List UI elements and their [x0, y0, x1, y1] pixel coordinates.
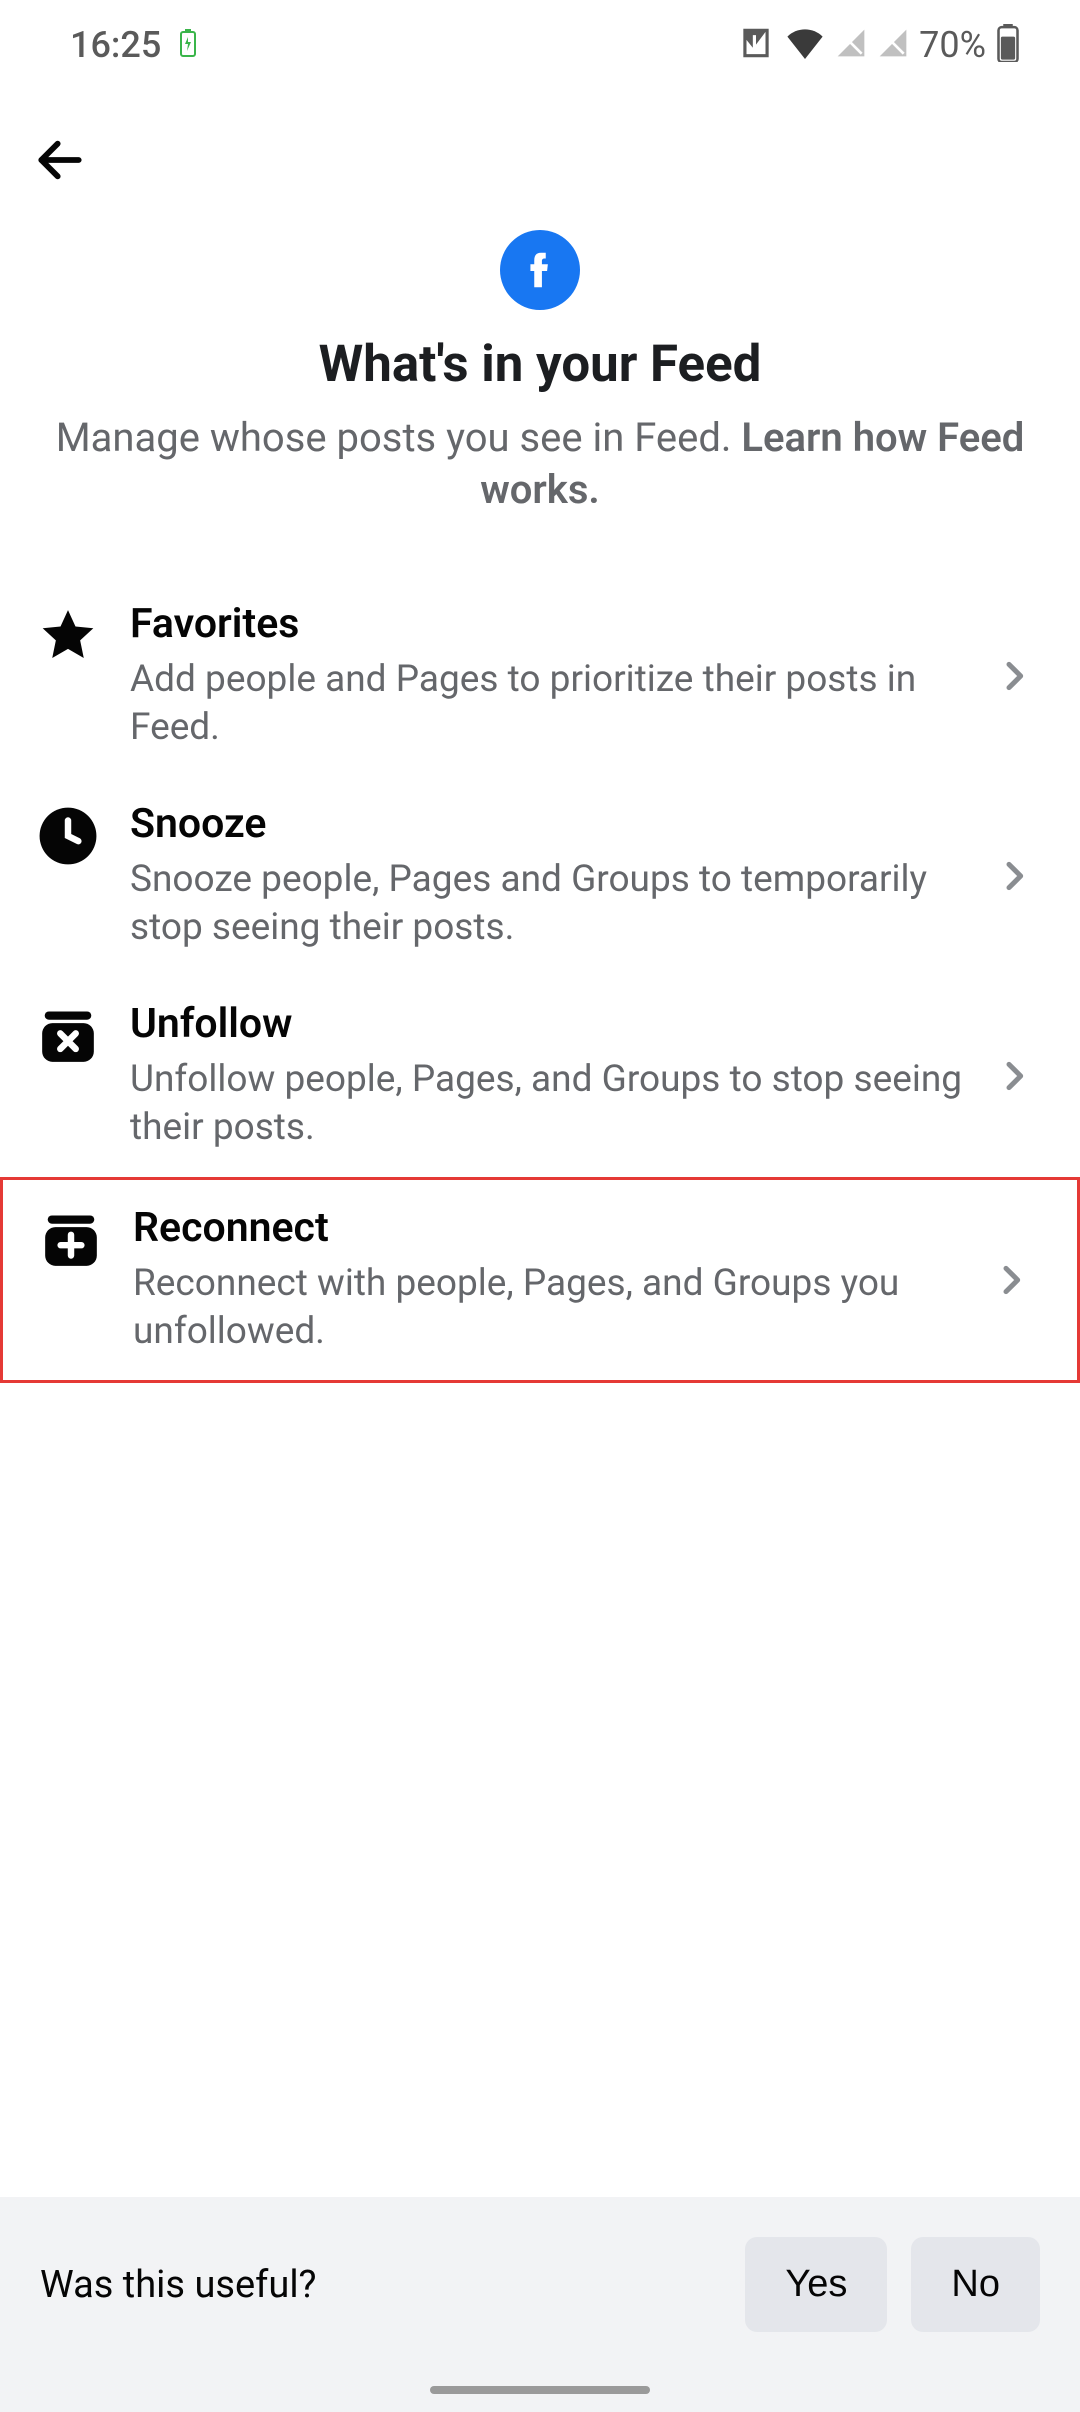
box-plus-icon	[39, 1208, 103, 1272]
feed-options-list: Favorites Add people and Pages to priori…	[0, 576, 1080, 1383]
facebook-logo	[500, 230, 580, 310]
option-desc: Unfollow people, Pages, and Groups to st…	[130, 1056, 964, 1152]
option-title: Favorites	[130, 600, 964, 648]
star-icon	[36, 604, 100, 668]
option-title: Snooze	[130, 800, 964, 848]
chevron-right-icon	[994, 856, 1044, 896]
page-header: What's in your Feed Manage whose posts y…	[0, 230, 1080, 516]
option-title: Unfollow	[130, 1000, 964, 1048]
battery-icon	[996, 24, 1020, 66]
feedback-bar: Was this useful? Yes No	[0, 2197, 1080, 2412]
option-unfollow[interactable]: Unfollow Unfollow people, Pages, and Gro…	[0, 976, 1080, 1176]
option-desc: Reconnect with people, Pages, and Groups…	[133, 1260, 961, 1356]
battery-percent: 70%	[919, 24, 986, 66]
back-button[interactable]	[30, 130, 90, 190]
option-reconnect[interactable]: Reconnect Reconnect with people, Pages, …	[0, 1177, 1080, 1383]
subtitle-text: Manage whose posts you see in Feed.	[56, 414, 742, 461]
clock-icon	[36, 804, 100, 868]
option-favorites[interactable]: Favorites Add people and Pages to priori…	[0, 576, 1080, 776]
feedback-yes-button[interactable]: Yes	[745, 2237, 887, 2332]
feedback-no-button[interactable]: No	[911, 2237, 1040, 2332]
home-indicator[interactable]	[430, 2386, 650, 2394]
option-desc: Snooze people, Pages and Groups to tempo…	[130, 856, 964, 952]
feedback-prompt: Was this useful?	[40, 2263, 317, 2307]
page-subtitle: Manage whose posts you see in Feed. Lear…	[50, 412, 1030, 516]
charging-icon	[179, 29, 197, 61]
box-x-icon	[36, 1004, 100, 1068]
wifi-icon	[785, 27, 825, 63]
status-bar: 16:25	[0, 0, 1080, 90]
chevron-right-icon	[994, 656, 1044, 696]
page-title: What's in your Feed	[50, 335, 1030, 394]
option-snooze[interactable]: Snooze Snooze people, Pages and Groups t…	[0, 776, 1080, 976]
status-time: 16:25	[70, 24, 161, 66]
chevron-right-icon	[994, 1056, 1044, 1096]
chevron-right-icon	[991, 1260, 1041, 1300]
signal-disabled-icon-2	[877, 27, 909, 63]
option-desc: Add people and Pages to prioritize their…	[130, 656, 964, 752]
option-title: Reconnect	[133, 1204, 961, 1252]
nfc-icon	[737, 24, 775, 66]
signal-disabled-icon-1	[835, 27, 867, 63]
